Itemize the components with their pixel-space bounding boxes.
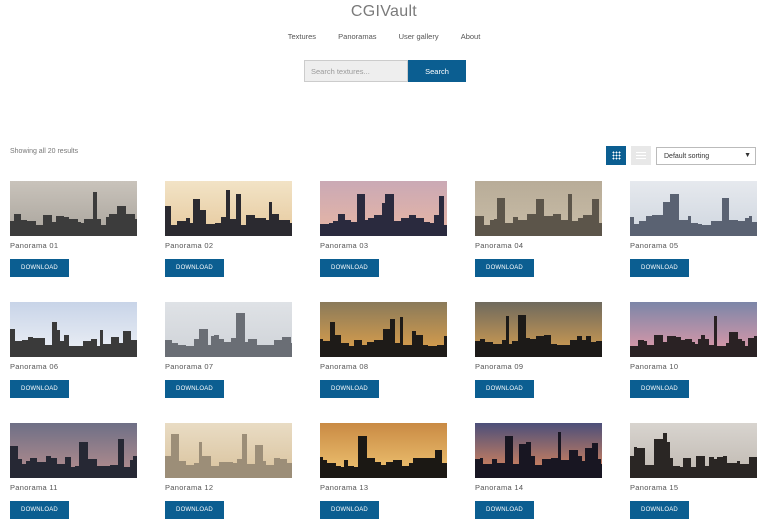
download-button[interactable]: DOWNLOAD bbox=[475, 501, 534, 519]
product-thumbnail[interactable] bbox=[165, 181, 292, 236]
results-count: Showing all 20 results bbox=[10, 148, 79, 155]
panorama-image bbox=[165, 302, 292, 357]
download-button[interactable]: DOWNLOAD bbox=[10, 501, 69, 519]
search-button[interactable]: Search bbox=[408, 60, 466, 82]
download-button[interactable]: DOWNLOAD bbox=[165, 501, 224, 519]
panorama-image bbox=[475, 302, 602, 357]
grid-icon bbox=[612, 151, 621, 160]
product-title[interactable]: Panorama 15 bbox=[630, 483, 678, 492]
product-card: Panorama 14 DOWNLOAD bbox=[475, 423, 603, 519]
product-title[interactable]: Panorama 11 bbox=[10, 483, 58, 492]
search-form: Search bbox=[304, 60, 466, 82]
product-thumbnail[interactable] bbox=[320, 302, 447, 357]
download-button[interactable]: DOWNLOAD bbox=[475, 259, 534, 277]
download-button[interactable]: DOWNLOAD bbox=[630, 380, 689, 398]
product-card: Panorama 07 DOWNLOAD bbox=[165, 302, 293, 398]
panorama-image bbox=[630, 423, 757, 478]
main-nav: Textures Panoramas User gallery About bbox=[0, 32, 768, 41]
search-input[interactable] bbox=[304, 60, 408, 82]
product-thumbnail[interactable] bbox=[165, 423, 292, 478]
download-button[interactable]: DOWNLOAD bbox=[475, 380, 534, 398]
product-thumbnail[interactable] bbox=[165, 302, 292, 357]
nav-panoramas[interactable]: Panoramas bbox=[338, 32, 376, 41]
product-title[interactable]: Panorama 04 bbox=[475, 241, 523, 250]
product-thumbnail[interactable] bbox=[10, 181, 137, 236]
panorama-image bbox=[475, 181, 602, 236]
product-card: Panorama 09 DOWNLOAD bbox=[475, 302, 603, 398]
product-title[interactable]: Panorama 13 bbox=[320, 483, 368, 492]
product-title[interactable]: Panorama 10 bbox=[630, 362, 678, 371]
panorama-image bbox=[630, 181, 757, 236]
product-card: Panorama 03 DOWNLOAD bbox=[320, 181, 448, 277]
download-button[interactable]: DOWNLOAD bbox=[630, 259, 689, 277]
product-title[interactable]: Panorama 08 bbox=[320, 362, 368, 371]
product-thumbnail[interactable] bbox=[320, 423, 447, 478]
product-title[interactable]: Panorama 03 bbox=[320, 241, 368, 250]
product-thumbnail[interactable] bbox=[630, 302, 757, 357]
product-thumbnail[interactable] bbox=[475, 302, 602, 357]
panorama-image bbox=[630, 302, 757, 357]
grid-view-button[interactable] bbox=[606, 146, 626, 165]
panorama-image bbox=[475, 423, 602, 478]
product-card: Panorama 02 DOWNLOAD bbox=[165, 181, 293, 277]
download-button[interactable]: DOWNLOAD bbox=[320, 380, 379, 398]
panorama-image bbox=[10, 423, 137, 478]
panorama-image bbox=[10, 181, 137, 236]
product-thumbnail[interactable] bbox=[475, 181, 602, 236]
download-button[interactable]: DOWNLOAD bbox=[165, 380, 224, 398]
product-card: Panorama 01 DOWNLOAD bbox=[10, 181, 138, 277]
sort-select[interactable]: Default sorting ▼ bbox=[656, 147, 756, 165]
site-title[interactable]: CGIVault bbox=[0, 3, 768, 21]
chevron-down-icon: ▼ bbox=[744, 152, 751, 159]
product-title[interactable]: Panorama 01 bbox=[10, 241, 58, 250]
product-thumbnail[interactable] bbox=[630, 181, 757, 236]
product-card: Panorama 08 DOWNLOAD bbox=[320, 302, 448, 398]
product-card: Panorama 11 DOWNLOAD bbox=[10, 423, 138, 519]
product-title[interactable]: Panorama 09 bbox=[475, 362, 523, 371]
product-title[interactable]: Panorama 02 bbox=[165, 241, 213, 250]
product-title[interactable]: Panorama 07 bbox=[165, 362, 213, 371]
list-view-button[interactable] bbox=[631, 146, 651, 165]
product-card: Panorama 04 DOWNLOAD bbox=[475, 181, 603, 277]
product-thumbnail[interactable] bbox=[475, 423, 602, 478]
sort-selected-label: Default sorting bbox=[664, 153, 710, 160]
download-button[interactable]: DOWNLOAD bbox=[10, 259, 69, 277]
nav-user-gallery[interactable]: User gallery bbox=[399, 32, 439, 41]
product-title[interactable]: Panorama 05 bbox=[630, 241, 678, 250]
download-button[interactable]: DOWNLOAD bbox=[630, 501, 689, 519]
list-icon bbox=[636, 152, 646, 159]
product-card: Panorama 13 DOWNLOAD bbox=[320, 423, 448, 519]
panorama-image bbox=[320, 423, 447, 478]
panorama-image bbox=[165, 181, 292, 236]
product-thumbnail[interactable] bbox=[10, 302, 137, 357]
panorama-image bbox=[320, 181, 447, 236]
product-title[interactable]: Panorama 14 bbox=[475, 483, 523, 492]
product-title[interactable]: Panorama 06 bbox=[10, 362, 58, 371]
panorama-image bbox=[10, 302, 137, 357]
nav-textures[interactable]: Textures bbox=[288, 32, 316, 41]
product-thumbnail[interactable] bbox=[10, 423, 137, 478]
product-title[interactable]: Panorama 12 bbox=[165, 483, 213, 492]
download-button[interactable]: DOWNLOAD bbox=[320, 259, 379, 277]
download-button[interactable]: DOWNLOAD bbox=[320, 501, 379, 519]
product-card: Panorama 12 DOWNLOAD bbox=[165, 423, 293, 519]
product-thumbnail[interactable] bbox=[630, 423, 757, 478]
product-card: Panorama 06 DOWNLOAD bbox=[10, 302, 138, 398]
product-thumbnail[interactable] bbox=[320, 181, 447, 236]
product-card: Panorama 10 DOWNLOAD bbox=[630, 302, 758, 398]
panorama-image bbox=[165, 423, 292, 478]
download-button[interactable]: DOWNLOAD bbox=[10, 380, 69, 398]
product-card: Panorama 05 DOWNLOAD bbox=[630, 181, 758, 277]
nav-about[interactable]: About bbox=[461, 32, 481, 41]
panorama-image bbox=[320, 302, 447, 357]
download-button[interactable]: DOWNLOAD bbox=[165, 259, 224, 277]
product-card: Panorama 15 DOWNLOAD bbox=[630, 423, 758, 519]
